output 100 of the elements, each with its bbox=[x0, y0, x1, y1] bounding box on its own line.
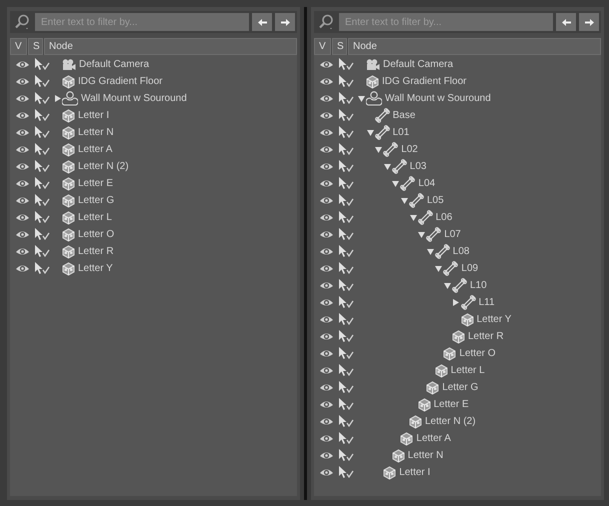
previous-button[interactable] bbox=[556, 13, 576, 31]
eye-icon[interactable] bbox=[15, 196, 30, 205]
cursor-check-icon[interactable] bbox=[34, 160, 50, 173]
node-label[interactable]: L02 bbox=[401, 144, 418, 155]
next-button[interactable] bbox=[579, 13, 599, 31]
cursor-check-icon[interactable] bbox=[34, 228, 50, 241]
cursor-check-icon[interactable] bbox=[34, 262, 50, 275]
expanded-arrow-icon[interactable] bbox=[401, 198, 408, 204]
eye-icon[interactable] bbox=[15, 213, 30, 222]
search-icon[interactable] bbox=[318, 14, 334, 30]
node-label[interactable]: Default Camera bbox=[383, 59, 454, 70]
eye-icon[interactable] bbox=[319, 451, 334, 460]
node-label[interactable]: Letter Y bbox=[78, 263, 113, 274]
node-label[interactable]: Letter O bbox=[78, 229, 114, 240]
eye-icon[interactable] bbox=[319, 434, 334, 443]
node-label[interactable]: Letter R bbox=[468, 331, 504, 342]
cursor-check-icon[interactable] bbox=[338, 330, 354, 343]
eye-icon[interactable] bbox=[15, 264, 30, 273]
cursor-check-icon[interactable] bbox=[338, 364, 354, 377]
cursor-check-icon[interactable] bbox=[338, 143, 354, 156]
node-label[interactable]: Letter O bbox=[459, 348, 496, 359]
cursor-check-icon[interactable] bbox=[338, 449, 354, 462]
cursor-check-icon[interactable] bbox=[34, 126, 50, 139]
node-label[interactable]: Default Camera bbox=[79, 59, 150, 70]
cursor-check-icon[interactable] bbox=[338, 262, 354, 275]
cursor-check-icon[interactable] bbox=[338, 194, 354, 207]
expanded-arrow-icon[interactable] bbox=[384, 164, 391, 170]
cursor-check-icon[interactable] bbox=[34, 58, 50, 71]
node-label[interactable]: Letter R bbox=[78, 246, 114, 257]
expanded-arrow-icon[interactable] bbox=[435, 266, 442, 272]
eye-icon[interactable] bbox=[319, 77, 334, 86]
eye-icon[interactable] bbox=[15, 94, 30, 103]
node-label[interactable]: L06 bbox=[436, 212, 452, 223]
node-label[interactable]: L04 bbox=[418, 178, 436, 189]
search-icon[interactable] bbox=[14, 14, 30, 30]
eye-icon[interactable] bbox=[15, 111, 30, 120]
eye-icon[interactable] bbox=[319, 298, 334, 307]
eye-icon[interactable] bbox=[15, 77, 30, 86]
next-button[interactable] bbox=[275, 13, 295, 31]
eye-icon[interactable] bbox=[319, 94, 334, 103]
node-label[interactable]: L05 bbox=[427, 195, 444, 206]
cursor-check-icon[interactable] bbox=[338, 75, 354, 88]
cursor-check-icon[interactable] bbox=[34, 194, 50, 207]
cursor-check-icon[interactable] bbox=[338, 415, 354, 428]
node-label[interactable]: Letter G bbox=[442, 382, 478, 393]
cursor-check-icon[interactable] bbox=[338, 347, 354, 360]
cursor-check-icon[interactable] bbox=[338, 211, 354, 224]
column-header[interactable]: S bbox=[28, 38, 43, 55]
node-label[interactable]: Letter N bbox=[408, 450, 444, 461]
eye-icon[interactable] bbox=[15, 230, 30, 239]
cursor-check-icon[interactable] bbox=[338, 126, 354, 139]
cursor-check-icon[interactable] bbox=[34, 245, 50, 258]
node-label[interactable]: Letter N (2) bbox=[78, 161, 129, 172]
node-label[interactable]: L09 bbox=[461, 263, 478, 274]
eye-icon[interactable] bbox=[15, 60, 30, 69]
column-header[interactable]: Node bbox=[348, 38, 601, 55]
eye-icon[interactable] bbox=[319, 349, 334, 358]
previous-button[interactable] bbox=[252, 13, 272, 31]
node-label[interactable]: Letter E bbox=[434, 399, 469, 410]
cursor-check-icon[interactable] bbox=[338, 177, 354, 190]
cursor-check-icon[interactable] bbox=[338, 228, 354, 241]
node-label[interactable]: Wall Mount w Souround bbox=[81, 93, 187, 104]
expanded-arrow-icon[interactable] bbox=[375, 146, 382, 152]
expanded-arrow-icon[interactable] bbox=[444, 282, 451, 288]
column-header[interactable]: V bbox=[314, 38, 331, 55]
eye-icon[interactable] bbox=[319, 145, 334, 154]
column-header[interactable]: S bbox=[332, 38, 347, 55]
node-label[interactable]: L11 bbox=[478, 297, 495, 308]
node-label[interactable]: Letter Y bbox=[476, 314, 512, 325]
cursor-check-icon[interactable] bbox=[338, 313, 354, 326]
cursor-check-icon[interactable] bbox=[34, 177, 50, 190]
collapsed-arrow-icon[interactable] bbox=[54, 95, 60, 102]
eye-icon[interactable] bbox=[319, 60, 334, 69]
eye-icon[interactable] bbox=[15, 179, 30, 188]
node-label[interactable]: L07 bbox=[444, 229, 461, 240]
node-label[interactable]: Wall Mount w Souround bbox=[385, 93, 491, 104]
eye-icon[interactable] bbox=[319, 468, 334, 477]
eye-icon[interactable] bbox=[319, 400, 334, 409]
eye-icon[interactable] bbox=[319, 366, 334, 375]
column-header[interactable]: V bbox=[10, 38, 27, 55]
eye-icon[interactable] bbox=[319, 179, 334, 188]
eye-icon[interactable] bbox=[319, 128, 334, 137]
node-label[interactable]: L03 bbox=[410, 161, 426, 172]
node-label[interactable]: Letter N (2) bbox=[425, 416, 476, 427]
cursor-check-icon[interactable] bbox=[338, 432, 354, 445]
cursor-check-icon[interactable] bbox=[338, 58, 354, 71]
node-label[interactable]: Letter A bbox=[416, 433, 451, 444]
eye-icon[interactable] bbox=[15, 162, 30, 171]
cursor-check-icon[interactable] bbox=[338, 381, 354, 394]
column-header[interactable]: Node bbox=[44, 38, 297, 55]
cursor-check-icon[interactable] bbox=[338, 160, 354, 173]
node-label[interactable]: IDG Gradient Floor bbox=[78, 76, 162, 87]
cursor-check-icon[interactable] bbox=[338, 466, 354, 479]
eye-icon[interactable] bbox=[319, 230, 334, 239]
node-label[interactable]: IDG Gradient Floor bbox=[382, 76, 466, 87]
cursor-check-icon[interactable] bbox=[338, 92, 354, 105]
cursor-check-icon[interactable] bbox=[338, 279, 354, 292]
node-label[interactable]: L01 bbox=[392, 127, 410, 138]
node-label[interactable]: Letter I bbox=[78, 110, 110, 121]
expanded-arrow-icon[interactable] bbox=[366, 130, 374, 136]
